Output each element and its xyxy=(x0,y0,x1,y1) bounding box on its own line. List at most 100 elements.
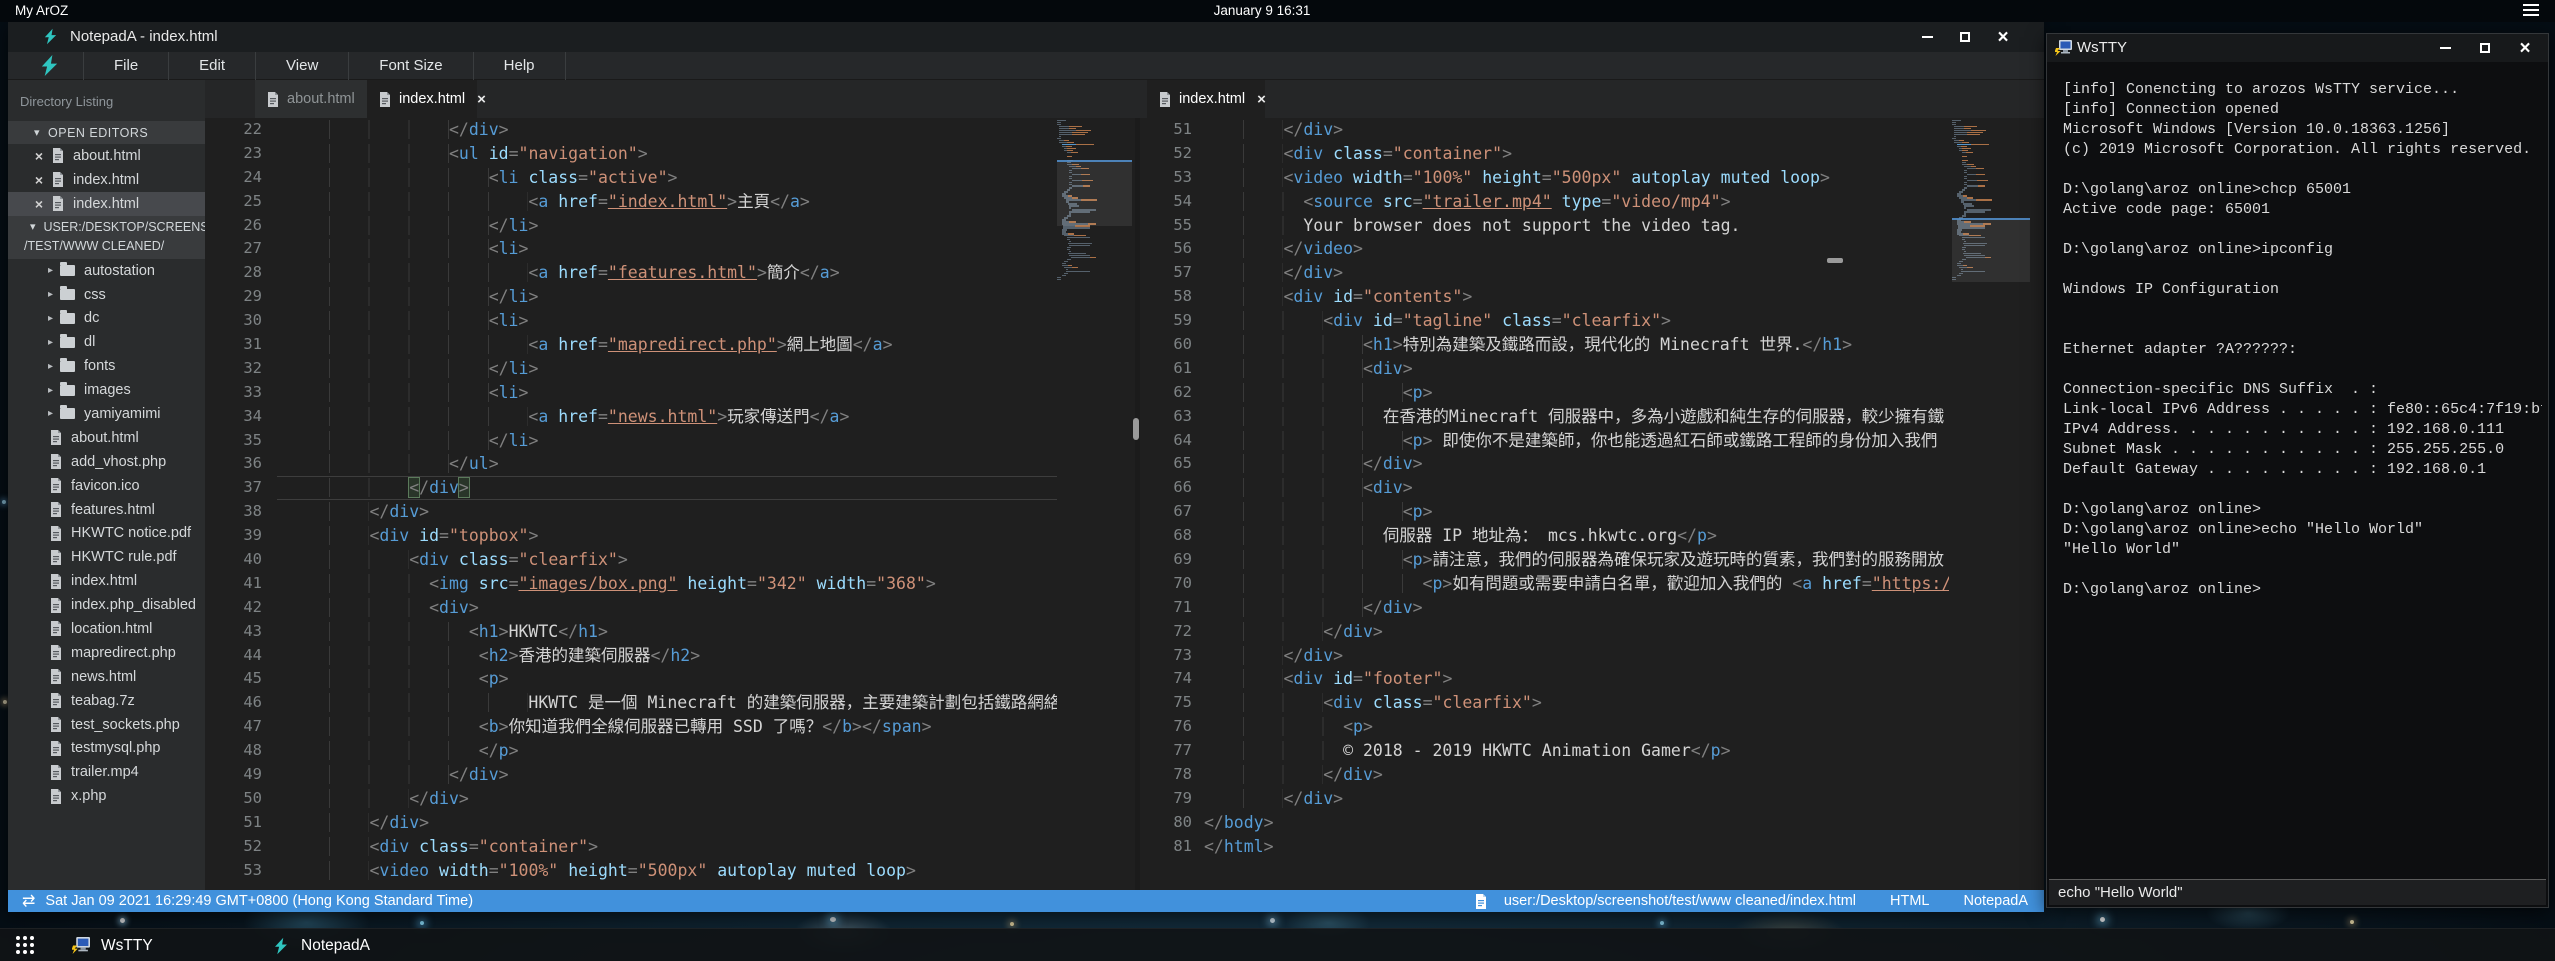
code-line[interactable]: 在香港的Minecraft 伺服器中，多為小遊戲和純生存的伺服器，較少擁有鐵 xyxy=(1198,405,1949,429)
chevron-right-icon[interactable]: ▸ xyxy=(48,408,60,419)
code-line[interactable]: <h1>特別為建築及鐵路而設，現代化的 Minecraft 世界.</h1> xyxy=(1198,333,1949,357)
tree-folder[interactable]: ▸dc xyxy=(8,306,205,330)
tree-file[interactable]: HKWTC notice.pdf xyxy=(8,521,205,545)
tab-index.html[interactable]: index.html× xyxy=(1147,80,1265,118)
tree-file[interactable]: about.html xyxy=(8,426,205,450)
code-line[interactable]: <div class="container"> xyxy=(277,835,1057,859)
code-line[interactable]: <li> xyxy=(277,237,1057,261)
code-line[interactable]: <p> xyxy=(277,667,1057,691)
code-line[interactable]: <div> xyxy=(277,596,1057,620)
code-line[interactable]: <a href="news.html">玩家傳送門</a> xyxy=(277,405,1057,429)
tree-folder[interactable]: ▸images xyxy=(8,378,205,402)
wstty-titlebar[interactable]: WsTTY × xyxy=(2047,34,2548,62)
statusbar-appname[interactable]: NotepadA xyxy=(1964,893,2029,909)
code-line[interactable]: <a href="features.html">簡介</a> xyxy=(277,261,1057,285)
tree-file[interactable]: trailer.mp4 xyxy=(8,760,205,784)
minimap[interactable] xyxy=(1057,118,1132,890)
open-editor-item[interactable]: ×index.html xyxy=(8,168,205,192)
chevron-right-icon[interactable]: ▸ xyxy=(48,313,60,324)
hamburger-menu-icon[interactable] xyxy=(2523,4,2541,18)
tree-folder[interactable]: ▸autostation xyxy=(8,259,205,283)
tree-file[interactable]: teabag.7z xyxy=(8,689,205,713)
code-line[interactable]: </body> xyxy=(1198,811,1949,835)
minimize-button[interactable] xyxy=(2434,37,2456,59)
code-line[interactable]: © 2018 - 2019 HKWTC Animation Gamer</p> xyxy=(1198,739,1949,763)
code-line[interactable]: <p> xyxy=(1198,500,1949,524)
tree-file[interactable]: testmysql.php xyxy=(8,736,205,760)
tree-file[interactable]: HKWTC rule.pdf xyxy=(8,545,205,569)
chevron-right-icon[interactable]: ▸ xyxy=(48,385,60,396)
code-line[interactable]: </p> xyxy=(277,739,1057,763)
tree-file[interactable]: index.html xyxy=(8,569,205,593)
tree-folder[interactable]: ▸fonts xyxy=(8,354,205,378)
workspace-folder-header[interactable]: ▾ USER:/DESKTOP/SCREENSHOT /TEST/WWW CLE… xyxy=(8,216,205,259)
close-button[interactable]: × xyxy=(2514,37,2536,59)
close-icon[interactable]: × xyxy=(1257,91,1266,108)
tree-file[interactable]: mapredirect.php xyxy=(8,641,205,665)
code-line[interactable]: </li> xyxy=(277,285,1057,309)
app-launcher-icon[interactable] xyxy=(16,936,36,956)
taskbar-item-notepada[interactable]: NotepadA xyxy=(262,929,380,961)
tree-file[interactable]: news.html xyxy=(8,665,205,689)
chevron-right-icon[interactable]: ▸ xyxy=(48,289,60,300)
code-line[interactable]: </div> xyxy=(1198,118,1949,142)
menu-edit[interactable]: Edit xyxy=(169,52,256,80)
notepada-titlebar[interactable]: NotepadA - index.html × xyxy=(8,22,2044,52)
code-line[interactable]: <a href="index.html">主頁</a> xyxy=(277,190,1057,214)
menu-font-size[interactable]: Font Size xyxy=(349,52,473,80)
code-line[interactable]: </div> xyxy=(277,811,1057,835)
code-line[interactable]: </li> xyxy=(277,214,1057,238)
tree-folder[interactable]: ▸css xyxy=(8,283,205,307)
code-line[interactable]: </html> xyxy=(1198,835,1949,859)
tree-file[interactable]: index.php_disabled xyxy=(8,593,205,617)
chevron-right-icon[interactable]: ▸ xyxy=(48,361,60,372)
code-line[interactable]: <p> xyxy=(1198,715,1949,739)
splitter-handle[interactable] xyxy=(1133,418,1139,440)
code-line[interactable]: <li class="active"> xyxy=(277,166,1057,190)
minimap-handle[interactable] xyxy=(1827,258,1843,263)
code-line[interactable]: <div class="clearfix"> xyxy=(1198,691,1949,715)
tree-folder[interactable]: ▸yamiyamimi xyxy=(8,402,205,426)
code-line[interactable]: </ul> xyxy=(277,452,1057,476)
code-line[interactable]: <div class="container"> xyxy=(1198,142,1949,166)
code-line[interactable]: <source src="trailer.mp4" type="video/mp… xyxy=(1198,190,1949,214)
code-line[interactable]: </div> xyxy=(1198,452,1949,476)
code-line[interactable]: <div id="footer"> xyxy=(1198,667,1949,691)
code-line[interactable]: <h2>香港的建築伺服器</h2> xyxy=(277,644,1057,668)
code-line[interactable]: </li> xyxy=(277,429,1057,453)
minimap-slider[interactable] xyxy=(1952,218,2030,282)
line-number-gutter[interactable]: 5152535455565758596061626364656667686970… xyxy=(1140,118,1192,859)
close-icon[interactable]: × xyxy=(32,172,46,188)
tab-about.html[interactable]: about.html× xyxy=(255,80,367,118)
minimize-button[interactable] xyxy=(1916,26,1938,48)
code-line[interactable]: <li> xyxy=(277,309,1057,333)
code-line[interactable]: Your browser does not support the video … xyxy=(1198,214,1949,238)
close-button[interactable]: × xyxy=(1992,26,2014,48)
code-line[interactable]: </div> xyxy=(277,763,1057,787)
chevron-down-icon[interactable]: ▾ xyxy=(34,126,40,139)
code-line[interactable]: <a href="mapredirect.php">網上地圖</a> xyxy=(277,333,1057,357)
chevron-right-icon[interactable]: ▸ xyxy=(48,265,60,276)
open-editor-item[interactable]: ×about.html xyxy=(8,144,205,168)
code-line[interactable]: </div> xyxy=(1198,596,1949,620)
code-line[interactable]: <b>你知道我們全線伺服器已轉用 SSD 了嗎？</b></span> xyxy=(277,715,1057,739)
code-line[interactable]: </div> xyxy=(277,118,1057,142)
line-number-gutter[interactable]: 2223242526272829303132333435363738394041… xyxy=(205,118,262,883)
tree-file[interactable]: test_sockets.php xyxy=(8,713,205,737)
code-line[interactable]: <div> xyxy=(1198,357,1949,381)
chevron-down-icon[interactable]: ▾ xyxy=(30,220,36,233)
taskbar-item-wstty[interactable]: WsTTY xyxy=(62,929,163,961)
system-menu-button[interactable]: My ArOZ xyxy=(15,3,68,18)
code-line[interactable]: <div> xyxy=(1198,476,1949,500)
code-line[interactable]: <li> xyxy=(277,381,1057,405)
code-line[interactable]: <p>請注意，我們的伺服器為確保玩家及遊玩時的質素，我們對的服務開放 xyxy=(1198,548,1949,572)
terminal-output[interactable]: [info] Conencting to arozos WsTTY servic… xyxy=(2047,62,2548,877)
close-icon[interactable]: × xyxy=(32,196,46,212)
tree-file[interactable]: location.html xyxy=(8,617,205,641)
editor-pane-left[interactable]: 2223242526272829303132333435363738394041… xyxy=(205,118,1135,890)
tree-file[interactable]: features.html xyxy=(8,498,205,522)
code-line[interactable]: <video width="100%" height="500px" autop… xyxy=(1198,166,1949,190)
maximize-button[interactable] xyxy=(2474,37,2496,59)
menu-view[interactable]: View xyxy=(256,52,349,80)
open-editor-item[interactable]: ×index.html xyxy=(8,192,205,216)
